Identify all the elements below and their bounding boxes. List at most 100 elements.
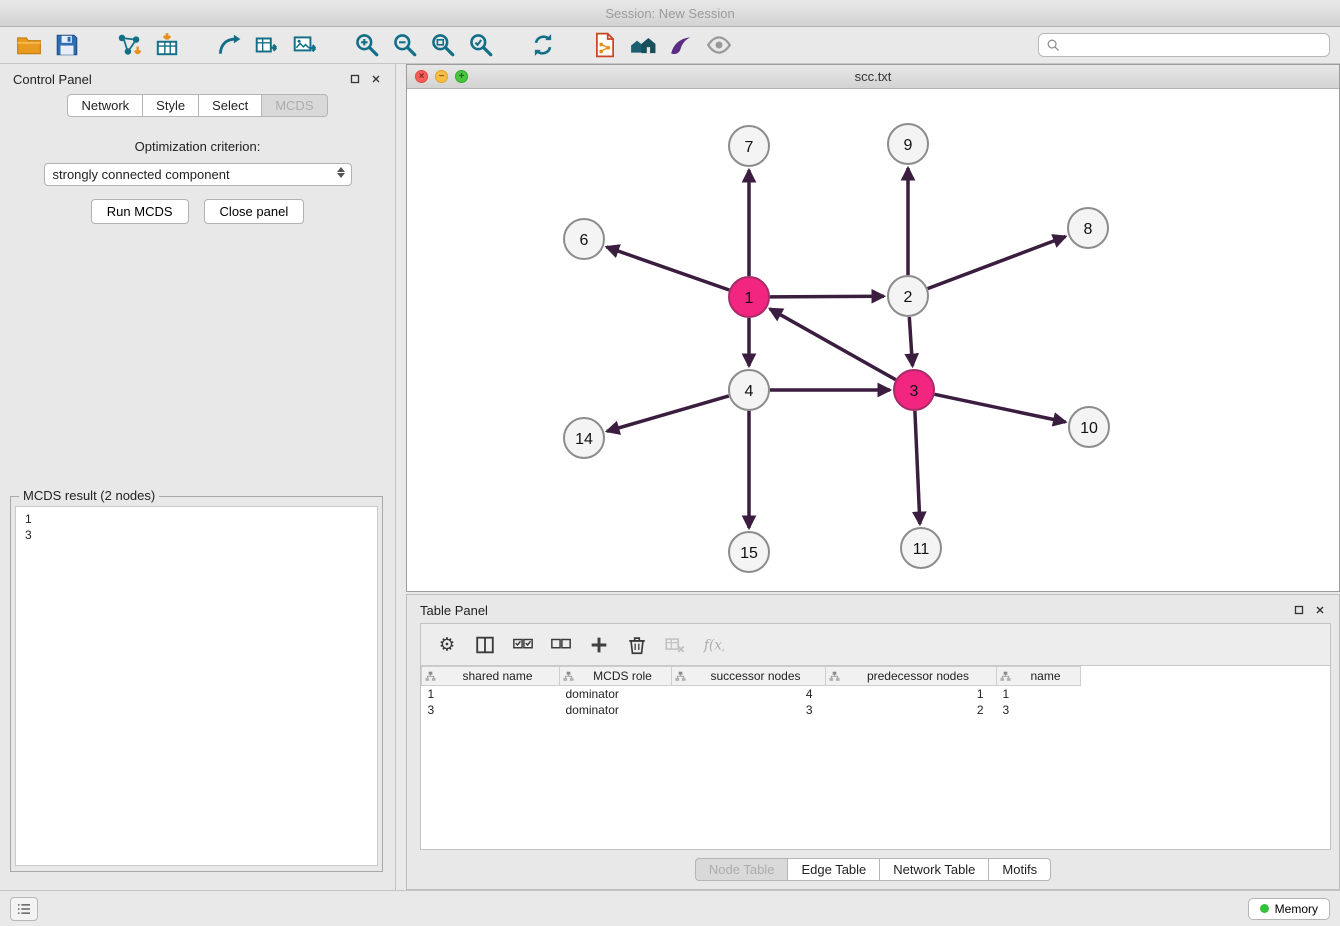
edge-2-3[interactable] [909, 317, 912, 366]
cell-MCDS-role: dominator [560, 702, 672, 718]
column-label: MCDS role [593, 669, 652, 683]
add-button[interactable] [583, 632, 615, 658]
run-mcds-button[interactable]: Run MCDS [91, 199, 189, 224]
close-panel-button[interactable]: Close panel [204, 199, 305, 224]
zoom-window-button[interactable]: + [455, 70, 468, 83]
select-all-button[interactable] [507, 632, 539, 658]
add-icon [588, 634, 610, 656]
column-header-name[interactable]: name [997, 667, 1081, 686]
open-folder-button[interactable] [10, 30, 48, 60]
search-input[interactable] [1066, 38, 1323, 52]
table-panel-float-button[interactable] [1293, 604, 1305, 616]
edge-1-2[interactable] [770, 296, 884, 297]
column-header-shared-name[interactable]: shared name [422, 667, 560, 686]
table-tab-motifs[interactable]: Motifs [988, 858, 1051, 881]
table-tab-node-table[interactable]: Node Table [695, 858, 788, 881]
cell-predecessor-nodes: 2 [826, 702, 997, 718]
refresh-button[interactable] [524, 30, 562, 60]
import-network-button[interactable] [110, 30, 148, 60]
brush-icon [668, 32, 694, 58]
node-label: 11 [913, 541, 930, 558]
mcds-result-value: 3 [25, 527, 368, 543]
table-tabs: Node TableEdge TableNetwork TableMotifs [407, 858, 1339, 881]
document-share-button[interactable] [586, 30, 624, 60]
close-window-button[interactable]: × [415, 70, 428, 83]
tab-style[interactable]: Style [142, 94, 198, 117]
node-8[interactable]: 8 [1068, 208, 1108, 248]
tree-icon [675, 671, 686, 682]
node-9[interactable]: 9 [888, 124, 928, 164]
edge-2-8[interactable] [928, 237, 1066, 289]
table-row[interactable]: 3dominator323 [422, 702, 1081, 718]
houses-button[interactable] [624, 30, 662, 60]
memory-button[interactable]: Memory [1248, 898, 1330, 920]
tree-icon [425, 671, 436, 682]
edge-1-6[interactable] [607, 247, 730, 290]
export-network-button[interactable] [210, 30, 248, 60]
export-image-button[interactable] [286, 30, 324, 60]
node-10[interactable]: 10 [1069, 407, 1109, 447]
criterion-dropdown[interactable]: strongly connected component [44, 163, 352, 186]
table-panel: Table Panel ⚙f(x) shared nameMCDS rolesu… [406, 594, 1340, 890]
node-label: 14 [575, 431, 593, 448]
node-label: 9 [904, 137, 913, 154]
tab-network[interactable]: Network [67, 94, 142, 117]
brush-button[interactable] [662, 30, 700, 60]
control-panel-tabs: NetworkStyleSelectMCDS [0, 94, 395, 117]
edge-3-11[interactable] [915, 411, 920, 524]
mcds-result-value: 1 [25, 511, 368, 527]
cell-predecessor-nodes: 1 [826, 686, 997, 702]
node-3[interactable]: 3 [894, 370, 934, 410]
column-header-successor-nodes[interactable]: successor nodes [672, 667, 826, 686]
delete-table-button[interactable] [659, 632, 691, 658]
zoom-in-icon [354, 32, 380, 58]
table-tab-network-table[interactable]: Network Table [879, 858, 988, 881]
mcds-result-list[interactable]: 13 [15, 506, 378, 866]
network-canvas[interactable]: 7 9 6 8 1 2 4 3 14 10 15 11 [407, 89, 1339, 591]
save-button[interactable] [48, 30, 86, 60]
table-panel-close-button[interactable] [1314, 604, 1326, 616]
table-tab-edge-table[interactable]: Edge Table [787, 858, 879, 881]
edge-3-1[interactable] [770, 309, 896, 380]
tab-mcds[interactable]: MCDS [261, 94, 327, 117]
network-window-titlebar[interactable]: scc.txt × − + [407, 65, 1339, 89]
cell-shared-name: 3 [422, 702, 560, 718]
table-row[interactable]: 1dominator411 [422, 686, 1081, 702]
node-1[interactable]: 1 [729, 277, 769, 317]
import-table-button[interactable] [148, 30, 186, 60]
eye-button[interactable] [700, 30, 738, 60]
edge-3-10[interactable] [935, 394, 1066, 422]
delete-button[interactable] [621, 632, 653, 658]
zoom-selected-button[interactable] [462, 30, 500, 60]
search-box[interactable] [1038, 33, 1330, 57]
cell-MCDS-role: dominator [560, 686, 672, 702]
open-folder-icon [16, 32, 42, 58]
tab-select[interactable]: Select [198, 94, 261, 117]
node-table: shared name MCDS role successor nodesprede… [421, 666, 1081, 718]
node-4[interactable]: 4 [729, 370, 769, 410]
node-15[interactable]: 15 [729, 532, 769, 572]
edge-4-14[interactable] [607, 396, 729, 431]
unselect-all-button[interactable] [545, 632, 577, 658]
mcds-result-title: MCDS result (2 nodes) [19, 488, 159, 503]
optimization-criterion-label: Optimization criterion: [0, 139, 395, 154]
minimize-window-button[interactable]: − [435, 70, 448, 83]
node-7[interactable]: 7 [729, 126, 769, 166]
cell-shared-name: 1 [422, 686, 560, 702]
node-14[interactable]: 14 [564, 418, 604, 458]
function-button[interactable]: f(x) [697, 632, 729, 658]
column-header-MCDS-role[interactable]: MCDS role [560, 667, 672, 686]
zoom-in-button[interactable] [348, 30, 386, 60]
export-table-button[interactable] [248, 30, 286, 60]
split-panel-button[interactable] [469, 632, 501, 658]
panel-list-button[interactable] [10, 897, 38, 921]
control-panel-float-button[interactable] [349, 73, 361, 85]
node-11[interactable]: 11 [901, 528, 941, 568]
column-header-predecessor-nodes[interactable]: predecessor nodes [826, 667, 997, 686]
node-6[interactable]: 6 [564, 219, 604, 259]
zoom-fit-button[interactable] [424, 30, 462, 60]
zoom-out-button[interactable] [386, 30, 424, 60]
node-2[interactable]: 2 [888, 276, 928, 316]
control-panel-close-button[interactable] [370, 73, 382, 85]
gear-button[interactable]: ⚙ [431, 632, 463, 658]
